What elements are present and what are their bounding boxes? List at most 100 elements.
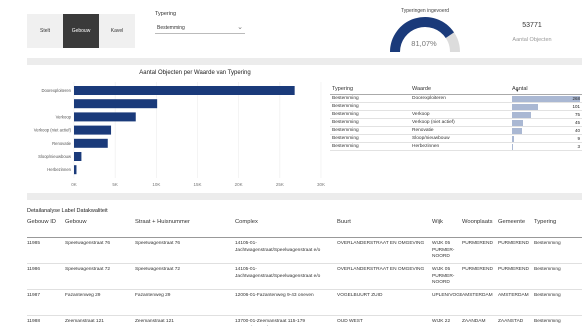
detail-cell: WIJK 22 ZAANDAM: [432, 319, 455, 326]
bar[interactable]: [74, 152, 82, 161]
cell-waarde: Verkoop: [412, 112, 430, 117]
y-category-label: Verkoop: [56, 114, 72, 119]
cell-aantal: 101: [512, 103, 582, 110]
summary-table-row[interactable]: Bestemming Herbezinnen 3: [330, 143, 582, 151]
segment-kavel[interactable]: Kavel: [99, 14, 135, 48]
aantal-bar: [512, 112, 532, 118]
detail-col-header[interactable]: Complex: [235, 219, 337, 225]
detail-cell: 14105-01-Jachtwagenstraat/Speelwagenstra…: [235, 241, 321, 253]
detail-cell: PURMEREND: [462, 267, 493, 272]
detail-cell: 11987: [27, 293, 40, 298]
col-header-typering[interactable]: Typering: [330, 86, 412, 94]
bar[interactable]: [74, 138, 108, 148]
aantal-value: 3: [577, 144, 580, 149]
detail-cell: 11988: [27, 319, 40, 324]
detail-col-header[interactable]: Gebouw ID: [27, 219, 65, 225]
summary-table-row[interactable]: Bestemming Renovatie 40: [330, 127, 582, 135]
detail-cell: 14105-01-Jachtwagenstraat/Speelwagenstra…: [235, 267, 321, 279]
detail-cell: 11985: [27, 241, 40, 246]
cell-typering: Bestemming: [332, 96, 359, 101]
bar[interactable]: [74, 86, 295, 95]
aantal-value: 75: [574, 112, 580, 117]
x-tick-label: 10K: [152, 182, 160, 187]
sort-desc-icon[interactable]: ▾: [516, 88, 519, 94]
detail-col-header[interactable]: Typering: [534, 219, 582, 225]
cell-typering: Bestemming: [332, 144, 359, 149]
detail-cell: ZAANDAM: [462, 319, 486, 324]
aantal-bar: [512, 144, 513, 150]
cell-aantal: 40: [512, 127, 582, 134]
detail-table-title: Detailanalyse Label Datakwaliteit: [27, 208, 108, 214]
summary-table-row[interactable]: Bestemming Doorexploiteren 268: [330, 95, 582, 103]
cell-typering: Bestemming: [332, 136, 359, 141]
chart-title: Aantal Objecten per Waarde van Typering: [139, 70, 251, 76]
cell-aantal: 268: [512, 95, 582, 102]
summary-table-row[interactable]: Bestemming Sloop/nieuwbouw 9: [330, 135, 582, 143]
aantal-bar: [512, 96, 580, 102]
detail-cell: VOGELBUURT ZUID: [337, 293, 383, 298]
detail-cell: Fazantenweg 29: [65, 293, 101, 298]
cell-aantal: 9: [512, 135, 582, 142]
summary-table-header: Typering Waarde Aantal: [330, 86, 582, 95]
detail-cell: PURMEREND: [498, 241, 529, 246]
aantal-bar: [512, 128, 523, 134]
detail-col-header[interactable]: Wijk: [432, 219, 462, 225]
bar[interactable]: [74, 99, 158, 109]
summary-table-row[interactable]: Bestemming 101: [330, 103, 582, 111]
y-category-label: Verkoop (niet actief): [34, 128, 72, 133]
detail-table-row[interactable]: 11985 Speelwagenstraat 76 Speelwagenstraat…: [27, 238, 582, 264]
summary-table-row[interactable]: Bestemming Verkoop (niet actief) 45: [330, 119, 582, 127]
segment-stelt[interactable]: Stelt: [27, 14, 63, 48]
segment-gebouw[interactable]: Gebouw: [63, 14, 99, 48]
detail-cell: PURMEREND: [498, 267, 529, 272]
detail-table-row[interactable]: 11988 Zeemanstraat 121 Zeemanstraat 121 137…: [27, 316, 582, 326]
cell-typering: Bestemming: [332, 120, 359, 125]
col-header-aantal[interactable]: Aantal: [512, 86, 582, 94]
typering-select[interactable]: Bestemming ⌄: [155, 22, 245, 34]
cell-aantal: 45: [512, 119, 582, 126]
summary-table-row[interactable]: Bestemming Verkoop 75: [330, 111, 582, 119]
y-category-label: Sloop/nieuwbouw: [38, 154, 72, 159]
detail-cell: WIJK 05 PURMER-NOORD: [432, 241, 455, 259]
detail-cell: PURMEREND: [462, 241, 493, 246]
aantal-bar: [512, 104, 538, 110]
detail-cell: AMSTERDAM: [498, 293, 529, 298]
gauge-percent: 81,07%: [411, 39, 437, 48]
detail-cell: UPLEN/VOGELBUURT: [432, 293, 462, 298]
x-tick-label: 30K: [317, 182, 325, 187]
section-divider: [27, 58, 582, 65]
bar[interactable]: [74, 125, 112, 135]
typering-select-value: Bestemming: [157, 25, 185, 31]
detail-col-header[interactable]: Gemeente: [498, 219, 534, 225]
detail-col-header[interactable]: Buurt: [337, 219, 432, 225]
bar[interactable]: [74, 165, 77, 175]
detail-cell: Zeemanstraat 121: [135, 319, 174, 324]
x-tick-label: 25K: [276, 182, 284, 187]
aantal-value: 9: [577, 136, 580, 141]
x-tick-label: 5K: [112, 182, 118, 187]
detail-table-header: Gebouw ID Gebouw Straat + Huisnummer Comple…: [27, 216, 582, 238]
detail-cell: 11986: [27, 267, 40, 272]
detail-table-row[interactable]: 11987 Fazantenweg 29 Fazantenweg 29 12006-0…: [27, 290, 582, 316]
aantal-bar: [512, 120, 524, 126]
y-category-label: Herbezinnen: [47, 167, 71, 172]
cell-typering: Bestemming: [332, 104, 359, 109]
detail-col-header[interactable]: Straat + Huisnummer: [135, 219, 235, 225]
detail-col-header[interactable]: Woonplaats: [462, 219, 498, 225]
chevron-down-icon: ⌄: [237, 24, 243, 31]
aantal-value: 268: [572, 96, 580, 101]
detail-table-row[interactable]: 11986 Speelwagenstraat 72 Speelwagenstraat…: [27, 264, 582, 290]
cell-waarde: Herbezinnen: [412, 144, 440, 149]
col-header-waarde[interactable]: Waarde: [412, 86, 512, 94]
detail-cell: 12006-01-Fazantenweg 9-43 oneven: [235, 293, 314, 298]
cell-waarde: Sloop/nieuwbouw: [412, 136, 450, 141]
cell-typering: Bestemming: [332, 128, 359, 133]
bar[interactable]: [74, 112, 136, 122]
y-category-label: Renovatie: [52, 141, 72, 146]
typering-filter-label: Typering: [155, 11, 177, 17]
kpi-label: Aantal Objecten: [512, 37, 552, 43]
detail-col-header[interactable]: Gebouw: [65, 219, 135, 225]
aantal-value: 45: [574, 120, 580, 125]
aantal-value: 101: [572, 104, 580, 109]
summary-table: Typering Waarde Aantal Bestemming Doorexp…: [330, 86, 582, 151]
